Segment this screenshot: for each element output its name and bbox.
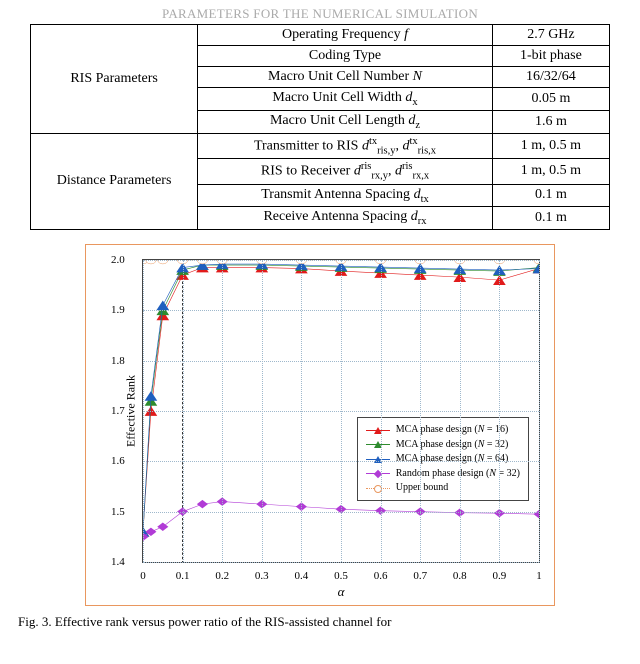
x-tick: 0.2: [215, 570, 229, 582]
row-group-header: Distance Parameters: [31, 133, 198, 230]
value-cell: 1.6 m: [492, 110, 609, 133]
legend-item: Upper bound: [366, 481, 520, 496]
legend-label: Upper bound: [396, 481, 449, 496]
x-tick: 0.4: [295, 570, 309, 582]
param-cell: Transmit Antenna Spacing dtx: [198, 184, 493, 207]
axes-area: MCA phase design (N = 16)MCA phase desig…: [142, 259, 540, 563]
row-group-header: RIS Parameters: [31, 25, 198, 134]
param-cell: RIS to Receiver drisrx,y, drisrx,x: [198, 159, 493, 184]
y-tick: 2.0: [111, 254, 125, 266]
x-tick: 0.9: [493, 570, 507, 582]
table-caption: PARAMETERS FOR THE NUMERICAL SIMULATION: [18, 6, 622, 22]
value-cell: 0.05 m: [492, 88, 609, 111]
param-cell: Macro Unit Cell Width dx: [198, 88, 493, 111]
plot-frame: MCA phase design (N = 16)MCA phase desig…: [85, 244, 555, 606]
legend-item: MCA phase design (N = 16): [366, 423, 520, 438]
x-tick: 0.1: [176, 570, 190, 582]
legend-label: MCA phase design (N = 16): [396, 423, 509, 438]
value-cell: 0.1 m: [492, 207, 609, 230]
legend-item: Random phase design (N = 32): [366, 467, 520, 482]
y-tick: 1.8: [111, 355, 125, 367]
y-tick: 1.4: [111, 556, 125, 568]
legend-label: MCA phase design (N = 32): [396, 438, 509, 453]
figure-caption: Fig. 3. Effective rank versus power rati…: [18, 614, 622, 630]
param-cell: Receive Antenna Spacing drx: [198, 207, 493, 230]
legend-label: MCA phase design (N = 64): [396, 452, 509, 467]
value-cell: 2.7 GHz: [492, 25, 609, 46]
param-cell: Operating Frequency f: [198, 25, 493, 46]
param-cell: Coding Type: [198, 46, 493, 67]
x-tick: 0.6: [374, 570, 388, 582]
value-cell: 1 m, 0.5 m: [492, 159, 609, 184]
x-tick: 1: [536, 570, 542, 582]
legend: MCA phase design (N = 16)MCA phase desig…: [357, 417, 529, 501]
value-cell: 16/32/64: [492, 67, 609, 88]
legend-label: Random phase design (N = 32): [396, 467, 520, 482]
x-axis-label: α: [143, 584, 539, 600]
param-cell: Macro Unit Cell Length dz: [198, 110, 493, 133]
param-cell: Transmitter to RIS dtxris,y, dtxris,x: [198, 133, 493, 158]
x-tick: 0.8: [453, 570, 467, 582]
figure-3: MCA phase design (N = 16)MCA phase desig…: [85, 244, 555, 606]
x-tick: 0: [140, 570, 146, 582]
value-cell: 0.1 m: [492, 184, 609, 207]
legend-item: MCA phase design (N = 32): [366, 438, 520, 453]
param-cell: Macro Unit Cell Number N: [198, 67, 493, 88]
x-tick: 0.7: [413, 570, 427, 582]
y-tick: 1.7: [111, 405, 125, 417]
value-cell: 1-bit phase: [492, 46, 609, 67]
x-tick: 0.5: [334, 570, 348, 582]
value-cell: 1 m, 0.5 m: [492, 133, 609, 158]
y-tick: 1.6: [111, 455, 125, 467]
parameters-table: RIS ParametersOperating Frequency f2.7 G…: [30, 24, 610, 230]
y-tick: 1.5: [111, 506, 125, 518]
y-axis-label: Effective Rank: [124, 375, 139, 447]
x-tick: 0.3: [255, 570, 269, 582]
legend-item: MCA phase design (N = 64): [366, 452, 520, 467]
y-tick: 1.9: [111, 304, 125, 316]
